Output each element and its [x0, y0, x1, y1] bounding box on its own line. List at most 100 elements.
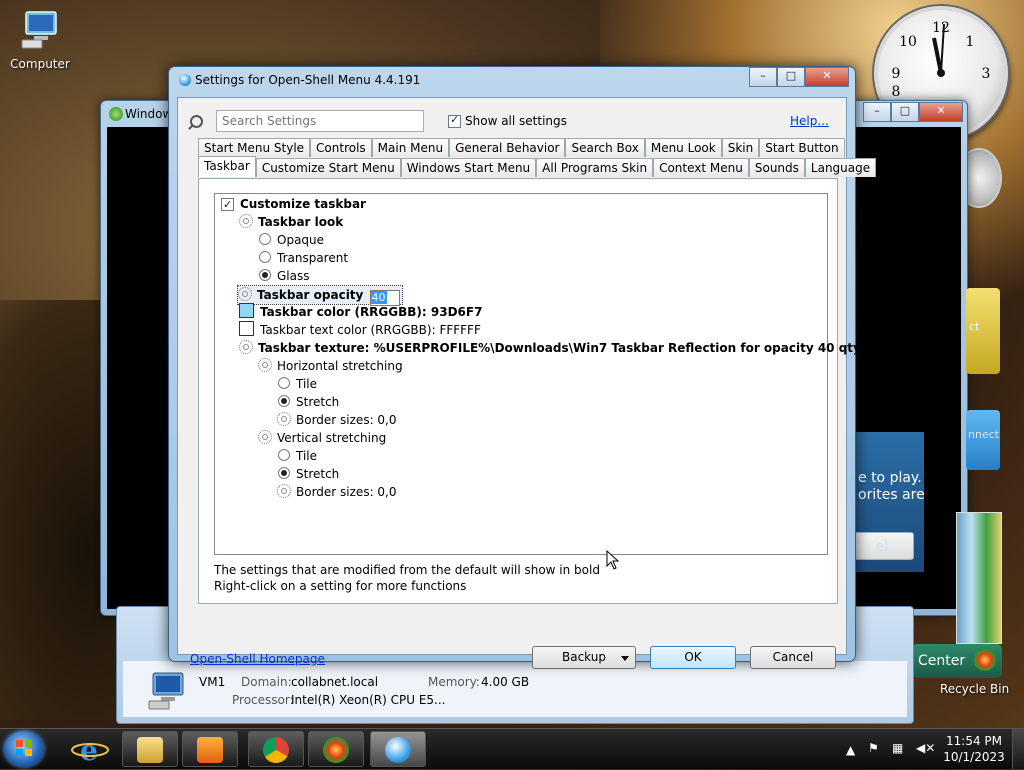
backup-label: Backup [562, 650, 606, 664]
action-center-icon[interactable]: ⚑ [868, 741, 879, 755]
chrome-icon [263, 737, 289, 763]
cancel-button[interactable]: Cancel [750, 646, 836, 669]
search-input[interactable] [216, 110, 424, 132]
taskbar-clock[interactable]: 11:54 PM 10/1/2023 [942, 733, 1006, 765]
side-gadget-blue[interactable]: nnect [966, 410, 1000, 470]
media-center-tile[interactable]: Center [912, 644, 1002, 678]
color-swatch [239, 321, 254, 336]
tab-taskbar[interactable]: Taskbar [198, 156, 256, 177]
media-center-label: Center [918, 653, 966, 669]
show-desktop-button[interactable] [1012, 729, 1024, 769]
chrome-button[interactable] [248, 731, 304, 767]
open-shell-icon [179, 74, 191, 86]
checkbox-icon [448, 113, 461, 128]
taskbar-look-item[interactable]: Taskbar look [239, 213, 343, 231]
volume-muted-icon[interactable]: ◀✕ [916, 741, 935, 755]
minimize-button[interactable]: – [863, 102, 891, 122]
processor-value: Intel(R) Xeon(R) CPU E5... [291, 693, 446, 707]
help-link[interactable]: Help... [790, 114, 829, 128]
ok-button[interactable]: OK [650, 646, 736, 669]
taskbar-texture-item[interactable]: Taskbar texture: %USERPROFILE%\Downloads… [239, 339, 895, 357]
gear-icon [238, 287, 252, 301]
show-all-settings-checkbox[interactable]: Show all settings [448, 113, 567, 128]
maximize-button[interactable]: □ [891, 102, 919, 122]
media-player-button[interactable] [182, 731, 238, 767]
chevron-down-icon [621, 656, 629, 661]
play-panel-button[interactable]: el [854, 532, 914, 560]
domain-label: Domain: [241, 675, 292, 689]
horizontal-stretching-item[interactable]: Horizontal stretching [258, 357, 403, 375]
tab-controls[interactable]: Controls [310, 138, 372, 157]
tab-customize-start-menu[interactable]: Customize Start Menu [255, 158, 401, 177]
tab-language[interactable]: Language [804, 158, 877, 177]
tab-menu-look[interactable]: Menu Look [644, 138, 722, 157]
tab-start-menu-style[interactable]: Start Menu Style [198, 138, 311, 157]
windows-logo-icon [16, 740, 32, 756]
tab-sounds[interactable]: Sounds [748, 158, 805, 177]
show-hidden-icons-button[interactable]: ▲ [846, 743, 855, 757]
tab-start-button[interactable]: Start Button [759, 138, 845, 157]
taskbar-text-color-item[interactable]: Taskbar text color (RRGGBB): FFFFFF [239, 321, 481, 339]
internet-explorer-button[interactable]: e [66, 733, 114, 767]
customize-taskbar-label: Customize taskbar [240, 197, 366, 211]
close-button[interactable]: ✕ [919, 102, 963, 122]
minimize-button[interactable]: – [749, 67, 777, 87]
tab-all-programs-skin[interactable]: All Programs Skin [536, 158, 654, 177]
windows-logo-icon [323, 737, 349, 763]
v-stretch-option[interactable]: Stretch [278, 465, 339, 483]
search-icon [190, 115, 203, 128]
h-stretch-option[interactable]: Stretch [278, 393, 339, 411]
glass-option[interactable]: Glass [259, 267, 310, 285]
taskbar-color-item[interactable]: Taskbar color (RRGGBB): 93D6F7 [239, 303, 482, 321]
opaque-option[interactable]: Opaque [259, 231, 324, 249]
system-info-body: VM1 Domain: collabnet.local Memory: 4.00… [123, 661, 907, 717]
side-gadget-stack[interactable] [956, 512, 1002, 644]
backup-button[interactable]: Backup [532, 646, 636, 669]
dialog-title: Settings for Open-Shell Menu 4.4.191 [195, 73, 421, 87]
tab-main-menu[interactable]: Main Menu [371, 138, 450, 157]
computer-icon [148, 672, 184, 710]
network-icon[interactable]: ▦ [892, 741, 903, 755]
tab-row-bottom: Taskbar Customize Start Menu Windows Start… [198, 156, 877, 177]
computer-label: Computer [10, 57, 70, 71]
desktop-icon-computer[interactable]: Computer [0, 10, 80, 71]
settings-dialog[interactable]: Settings for Open-Shell Menu 4.4.191 – □… [168, 66, 895, 669]
close-button[interactable]: ✕ [805, 67, 849, 87]
customize-taskbar-item[interactable]: Customize taskbar [221, 195, 366, 214]
glass-label: Glass [277, 269, 310, 283]
background-window-title: Window [125, 107, 173, 121]
maximize-button[interactable]: □ [777, 67, 805, 87]
open-shell-settings-button[interactable] [370, 731, 426, 767]
gear-icon [277, 484, 291, 498]
tab-search-box[interactable]: Search Box [565, 138, 645, 157]
settings-tree[interactable]: Customize taskbar Taskbar look Opaque Tr… [214, 193, 895, 555]
vertical-stretching-item[interactable]: Vertical stretching [258, 429, 386, 447]
tab-skin[interactable]: Skin [721, 138, 760, 157]
dialog-titlebar[interactable]: Settings for Open-Shell Menu 4.4.191 – □… [169, 67, 855, 93]
radio-selected-icon [278, 395, 290, 407]
gear-icon [239, 214, 253, 228]
internet-explorer-icon: e [71, 734, 109, 767]
v-border-sizes-item[interactable]: Border sizes: 0,0 [277, 483, 397, 501]
homepage-link[interactable]: Open-Shell Homepage [190, 652, 325, 666]
tab-general-behavior[interactable]: General Behavior [449, 138, 566, 157]
side-gadget-blue-text: nnect [968, 428, 1000, 441]
explorer-button[interactable] [122, 731, 178, 767]
tab-context-menu[interactable]: Context Menu [653, 158, 749, 177]
h-tile-option[interactable]: Tile [278, 375, 317, 393]
v-tile-option[interactable]: Tile [278, 447, 317, 465]
svg-text:3: 3 [982, 66, 991, 82]
vertical-stretching-label: Vertical stretching [277, 431, 387, 445]
windows-app-button[interactable] [308, 731, 364, 767]
taskbar-opacity-item[interactable]: Taskbar opacity 40 [237, 285, 403, 306]
taskbar-opacity-label: Taskbar opacity [257, 288, 364, 302]
h-border-sizes-item[interactable]: Border sizes: 0,0 [277, 411, 397, 429]
play-panel-line2: orites are [858, 487, 924, 503]
tab-windows-start-menu[interactable]: Windows Start Menu [400, 158, 537, 177]
recycle-bin-label[interactable]: Recycle Bin [940, 682, 1009, 696]
folder-icon [137, 737, 163, 763]
side-gadget-yellow[interactable]: ct [966, 288, 1000, 374]
color-swatch [239, 303, 254, 318]
transparent-option[interactable]: Transparent [259, 249, 348, 267]
start-button[interactable] [4, 731, 44, 767]
